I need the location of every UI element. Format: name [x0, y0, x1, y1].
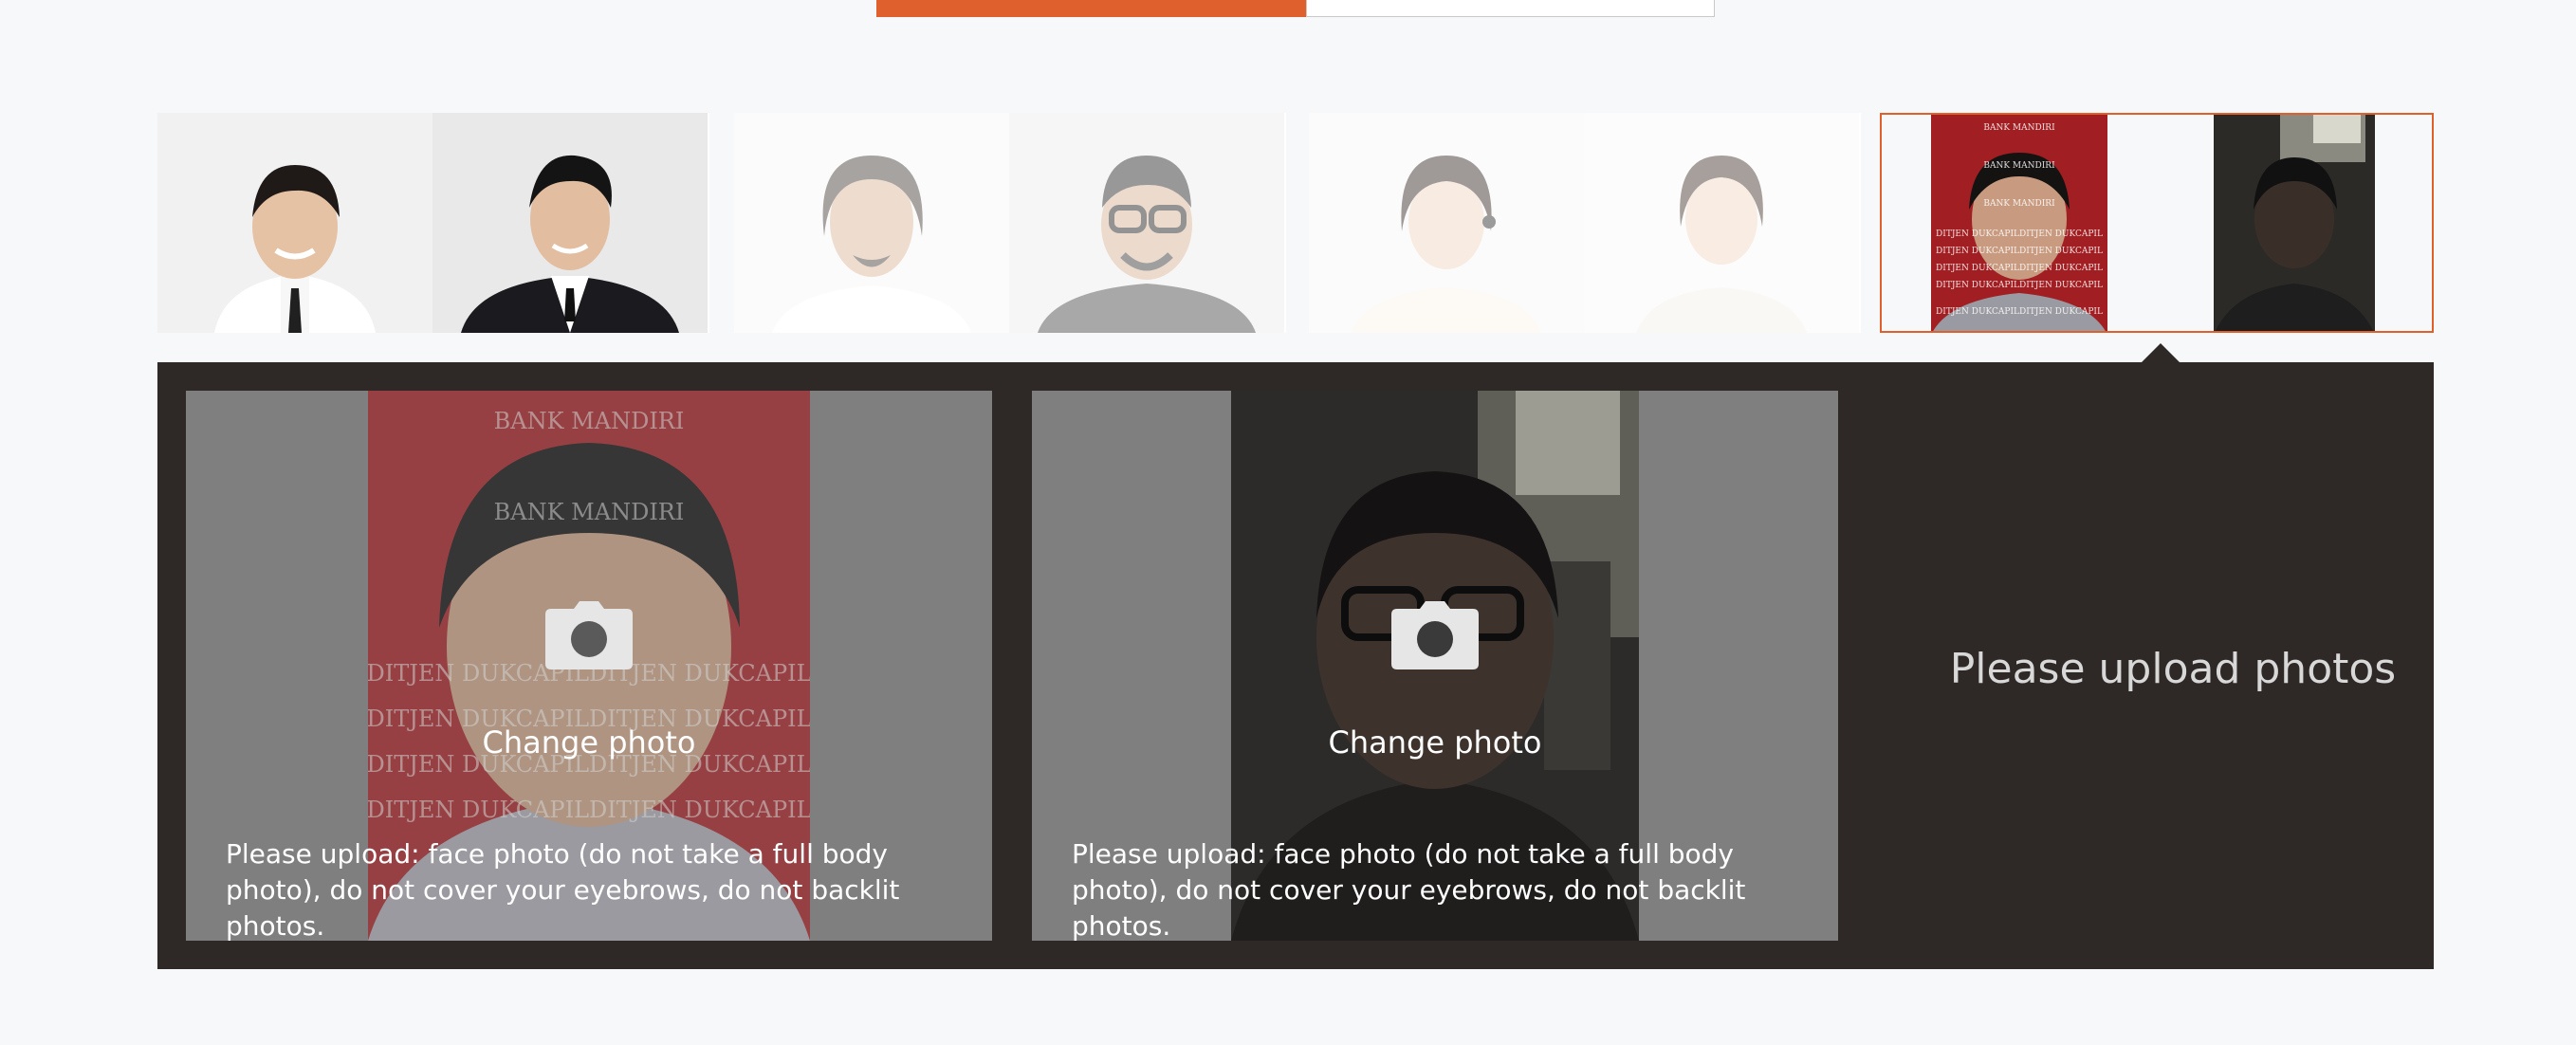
- thumbnail-photo: [1009, 113, 1284, 333]
- camera-icon: [1391, 601, 1479, 669]
- svg-text:BANK MANDIRI: BANK MANDIRI: [1983, 123, 2055, 133]
- upload-card-id-photo[interactable]: BANK MANDIRI BANK MANDIRI DITJEN DUKCAPI…: [186, 391, 992, 941]
- thumbnail-example-men-suits[interactable]: [157, 113, 709, 333]
- thumbnail-example-women[interactable]: [1309, 113, 1861, 333]
- thumbnail-photo: [157, 113, 432, 333]
- thumbnail-uploaded-pair[interactable]: BANK MANDIRI BANK MANDIRI BANK MANDIRI D…: [1880, 113, 2434, 333]
- svg-text:BANK MANDIRI: BANK MANDIRI: [1983, 161, 2055, 171]
- upload-card-selfie[interactable]: Change photo Please upload: face photo (…: [1032, 391, 1838, 941]
- thumbnail-photo: [734, 113, 1009, 333]
- selection-pointer: [2142, 343, 2180, 362]
- thumbnail-photo: [1584, 113, 1859, 333]
- tab-active[interactable]: [876, 0, 1306, 17]
- upload-hint-text: Please upload: face photo (do not take a…: [226, 838, 900, 941]
- change-photo-label: Change photo: [1328, 724, 1542, 761]
- change-photo-label: Change photo: [482, 724, 696, 761]
- camera-icon: [545, 601, 633, 669]
- result-message: Please upload photos: [1949, 645, 2397, 693]
- svg-text:DITJEN DUKCAPILDITJEN DUKCAPIL: DITJEN DUKCAPILDITJEN DUKCAPIL: [1936, 247, 2103, 256]
- thumbnail-uploaded-id-photo: BANK MANDIRI BANK MANDIRI BANK MANDIRI D…: [1882, 115, 2157, 331]
- thumbnail-photo: [432, 113, 708, 333]
- thumbnail-uploaded-selfie: [2157, 115, 2432, 331]
- upload-hint-text: Please upload: face photo (do not take a…: [1072, 838, 1746, 941]
- svg-text:DITJEN DUKCAPILDITJEN DUKCAPIL: DITJEN DUKCAPILDITJEN DUKCAPIL: [1936, 281, 2103, 290]
- svg-text:BANK MANDIRI: BANK MANDIRI: [1983, 199, 2055, 209]
- svg-text:DITJEN DUKCAPILDITJEN DUKCAPIL: DITJEN DUKCAPILDITJEN DUKCAPIL: [1936, 229, 2103, 239]
- tab-bar: [876, 0, 1715, 17]
- thumbnail-photo: [1309, 113, 1584, 333]
- preview-panel: BANK MANDIRI BANK MANDIRI DITJEN DUKCAPI…: [157, 362, 2434, 969]
- thumbnail-example-men-casual[interactable]: [734, 113, 1286, 333]
- svg-text:DITJEN DUKCAPILDITJEN DUKCAPIL: DITJEN DUKCAPILDITJEN DUKCAPIL: [1936, 307, 2103, 317]
- svg-text:DITJEN DUKCAPILDITJEN DUKCAPIL: DITJEN DUKCAPILDITJEN DUKCAPIL: [1936, 264, 2103, 273]
- tab-inactive[interactable]: [1306, 0, 1715, 17]
